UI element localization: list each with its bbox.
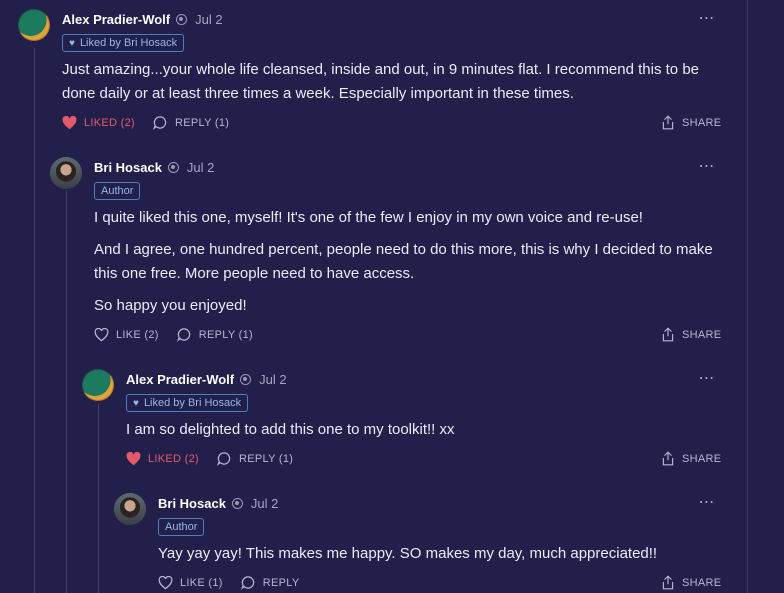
comment-body: I am so delighted to add this one to my … [126,418,726,450]
more-options-icon[interactable]: ⋯ [697,156,717,176]
author-name[interactable]: Bri Hosack [158,496,226,511]
author-badge: Author [158,518,205,536]
comment-actions: LIKE (2) REPLY (1) [94,327,271,342]
comment-actions: LIKE (1) REPLY [158,575,318,590]
comment-date[interactable]: Jul 2 [187,160,214,175]
share-icon [662,451,674,466]
heart-icon: ♥ [133,397,139,409]
share-button[interactable]: SHARE [661,575,721,590]
reply-label: REPLY (1) [239,452,294,465]
speech-bubble-icon [240,576,254,590]
comment-date[interactable]: Jul 2 [195,12,222,27]
heart-filled-icon [126,451,141,465]
comment-header: Alex Pradier-Wolf Jul 2 [126,370,287,388]
subscriber-icon [231,497,243,509]
share-label: SHARE [682,576,722,589]
share-icon [662,115,674,130]
share-button[interactable]: SHARE [661,115,721,130]
comment-header: Alex Pradier-Wolf Jul 2 [62,10,223,28]
thread-line [34,48,35,593]
author-name[interactable]: Bri Hosack [94,160,162,175]
badge-label: Author [101,185,134,197]
heart-icon: ♥ [69,37,75,49]
reply-button[interactable]: REPLY (1) [176,327,254,342]
author-name[interactable]: Alex Pradier-Wolf [126,372,234,387]
share-button[interactable]: SHARE [661,327,721,342]
speech-bubble-icon [217,452,231,466]
thread-line [98,404,99,593]
reply-button[interactable]: REPLY [240,575,300,590]
comment-paragraph: Just amazing...your whole life cleansed,… [62,61,700,102]
speech-bubble-icon [153,116,167,130]
comment-paragraph: Yay yay yay! This makes me happy. SO mak… [158,545,658,562]
like-label: LIKE (2) [116,328,159,341]
comment-header: Bri Hosack Jul 2 [158,494,278,512]
more-options-icon[interactable]: ⋯ [697,8,717,28]
badge-label: Author [165,521,198,533]
subscriber-icon [240,373,252,385]
heart-filled-icon [62,115,77,129]
right-rail-border [747,0,748,593]
heart-outline-icon [158,575,173,589]
more-options-icon[interactable]: ⋯ [697,492,717,512]
share-icon [662,327,674,342]
liked-by-badge: ♥ Liked by Bri Hosack [126,394,249,412]
like-label: LIKE (1) [180,576,223,589]
reply-label: REPLY (1) [198,328,254,341]
share-button[interactable]: SHARE [661,451,721,466]
thread-line [66,190,67,593]
share-label: SHARE [682,328,722,341]
like-button[interactable]: LIKE (1) [158,575,223,590]
comment-paragraph: I quite liked this one, myself! It's one… [94,209,643,226]
like-button[interactable]: LIKED (2) [62,115,135,130]
reply-label: REPLY [262,576,300,589]
avatar[interactable] [82,369,114,401]
share-label: SHARE [682,116,722,129]
comment-paragraph: I am so delighted to add this one to my … [126,421,455,438]
author-name[interactable]: Alex Pradier-Wolf [62,12,170,27]
author-badge: Author [94,182,141,200]
comment-actions: LIKED (2) REPLY (1) [126,451,311,466]
speech-bubble-icon [176,328,190,342]
avatar[interactable] [18,9,50,41]
badge-label: Liked by Bri Hosack [79,37,178,49]
comment-date[interactable]: Jul 2 [259,372,286,387]
subscriber-icon [176,13,188,25]
reply-button[interactable]: REPLY (1) [217,451,293,466]
comment-actions: LIKED (2) REPLY (1) [62,115,247,130]
heart-outline-icon [94,327,109,341]
reply-label: REPLY (1) [175,116,230,129]
comment-body: I quite liked this one, myself! It's one… [94,206,734,326]
avatar[interactable] [50,157,82,189]
like-label: LIKED (2) [84,116,135,129]
share-label: SHARE [682,452,722,465]
comment-header: Bri Hosack Jul 2 [94,158,214,176]
subscriber-icon [167,161,179,173]
comment-paragraph: And I agree, one hundred percent, people… [94,241,713,282]
more-options-icon[interactable]: ⋯ [697,368,717,388]
like-button[interactable]: LIKED (2) [126,451,199,466]
reply-button[interactable]: REPLY (1) [153,115,229,130]
liked-by-badge: ♥ Liked by Bri Hosack [62,34,185,52]
like-button[interactable]: LIKE (2) [94,327,159,342]
comment-body: Just amazing...your whole life cleansed,… [62,58,722,114]
avatar[interactable] [114,493,146,525]
comment-body: Yay yay yay! This makes me happy. SO mak… [158,542,728,574]
like-label: LIKED (2) [148,452,199,465]
comment-date[interactable]: Jul 2 [251,496,278,511]
comment-paragraph: So happy you enjoyed! [94,297,247,314]
badge-label: Liked by Bri Hosack [143,397,242,409]
share-icon [662,575,674,590]
